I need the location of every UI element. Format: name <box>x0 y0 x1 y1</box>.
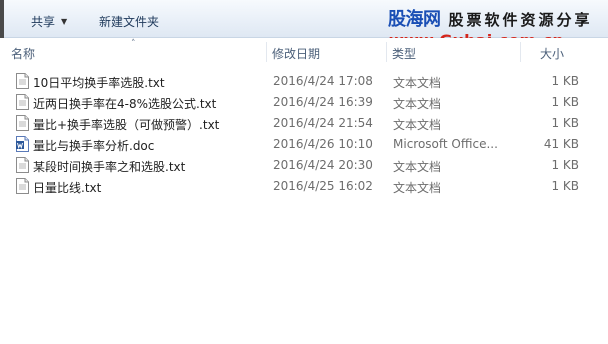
file-type: 文本文档 <box>393 97 442 111</box>
new-folder-button-label: 新建文件夹 <box>99 15 160 29</box>
file-type: 文本文档 <box>393 160 442 174</box>
file-size: 1 KB <box>551 179 579 193</box>
file-row[interactable]: 10日平均换手率选股.txt 2016/4/24 17:08 文本文档 1 KB <box>0 71 608 92</box>
file-size: 41 KB <box>543 137 579 151</box>
file-row[interactable]: 某段时间换手率之和选股.txt 2016/4/24 20:30 文本文档 1 K… <box>0 155 608 176</box>
share-button[interactable]: 共享 ▼ <box>31 13 67 30</box>
text-file-icon <box>16 178 29 194</box>
file-type: Microsoft Office... <box>393 137 498 151</box>
chevron-down-icon: ▼ <box>61 17 68 26</box>
file-size: 1 KB <box>551 95 579 109</box>
word-document-icon <box>16 136 29 152</box>
column-header-name[interactable]: 名称 <box>11 45 35 62</box>
column-divider[interactable] <box>266 42 267 62</box>
file-type: 文本文档 <box>393 76 442 90</box>
file-size: 1 KB <box>551 158 579 172</box>
window-edge <box>0 0 4 38</box>
text-file-icon <box>16 115 29 131</box>
file-list: 10日平均换手率选股.txt 2016/4/24 17:08 文本文档 1 KB… <box>0 71 608 197</box>
share-button-label: 共享 <box>31 15 56 29</box>
file-name: 日量比线.txt <box>33 181 102 195</box>
column-divider[interactable] <box>386 42 387 62</box>
file-size: 1 KB <box>551 116 579 130</box>
file-row[interactable]: 近两日换手率在4-8%选股公式.txt 2016/4/24 16:39 文本文档… <box>0 92 608 113</box>
column-header-size[interactable]: 大小 <box>540 45 564 62</box>
text-file-icon <box>16 157 29 173</box>
file-modified-date: 2016/4/24 17:08 <box>273 74 373 88</box>
column-header-type[interactable]: 类型 <box>392 45 416 62</box>
text-file-icon <box>16 73 29 89</box>
file-row[interactable]: 量比+换手率选股（可做预警）.txt 2016/4/24 21:54 文本文档 … <box>0 113 608 134</box>
file-modified-date: 2016/4/24 20:30 <box>273 158 373 172</box>
column-divider[interactable] <box>520 42 521 62</box>
new-folder-button[interactable]: 新建文件夹 <box>99 13 159 30</box>
watermark-slogan: 股票软件资源分享 <box>448 11 593 29</box>
watermark-brand: 股海网 <box>388 9 441 30</box>
file-size: 1 KB <box>551 74 579 88</box>
file-modified-date: 2016/4/24 16:39 <box>273 95 373 109</box>
file-modified-date: 2016/4/25 16:02 <box>273 179 373 193</box>
file-name: 某段时间换手率之和选股.txt <box>33 160 186 174</box>
watermark-title-line: 股海网 股票软件资源分享 <box>388 5 593 31</box>
file-name: 近两日换手率在4-8%选股公式.txt <box>33 97 217 111</box>
file-type: 文本文档 <box>393 118 442 132</box>
column-header-date[interactable]: 修改日期 <box>272 45 320 62</box>
file-type: 文本文档 <box>393 181 442 195</box>
sort-ascending-icon: ˄ <box>131 39 136 49</box>
file-name: 10日平均换手率选股.txt <box>33 76 165 90</box>
file-modified-date: 2016/4/26 10:10 <box>273 137 373 151</box>
file-row[interactable]: 量比与换手率分析.doc 2016/4/26 10:10 Microsoft O… <box>0 134 608 155</box>
file-name: 量比与换手率分析.doc <box>33 139 155 153</box>
file-modified-date: 2016/4/24 21:54 <box>273 116 373 130</box>
text-file-icon <box>16 94 29 110</box>
column-header-row: ˄ 名称 修改日期 类型 大小 <box>0 38 608 64</box>
file-name: 量比+换手率选股（可做预警）.txt <box>33 118 220 132</box>
file-row[interactable]: 日量比线.txt 2016/4/25 16:02 文本文档 1 KB <box>0 176 608 197</box>
